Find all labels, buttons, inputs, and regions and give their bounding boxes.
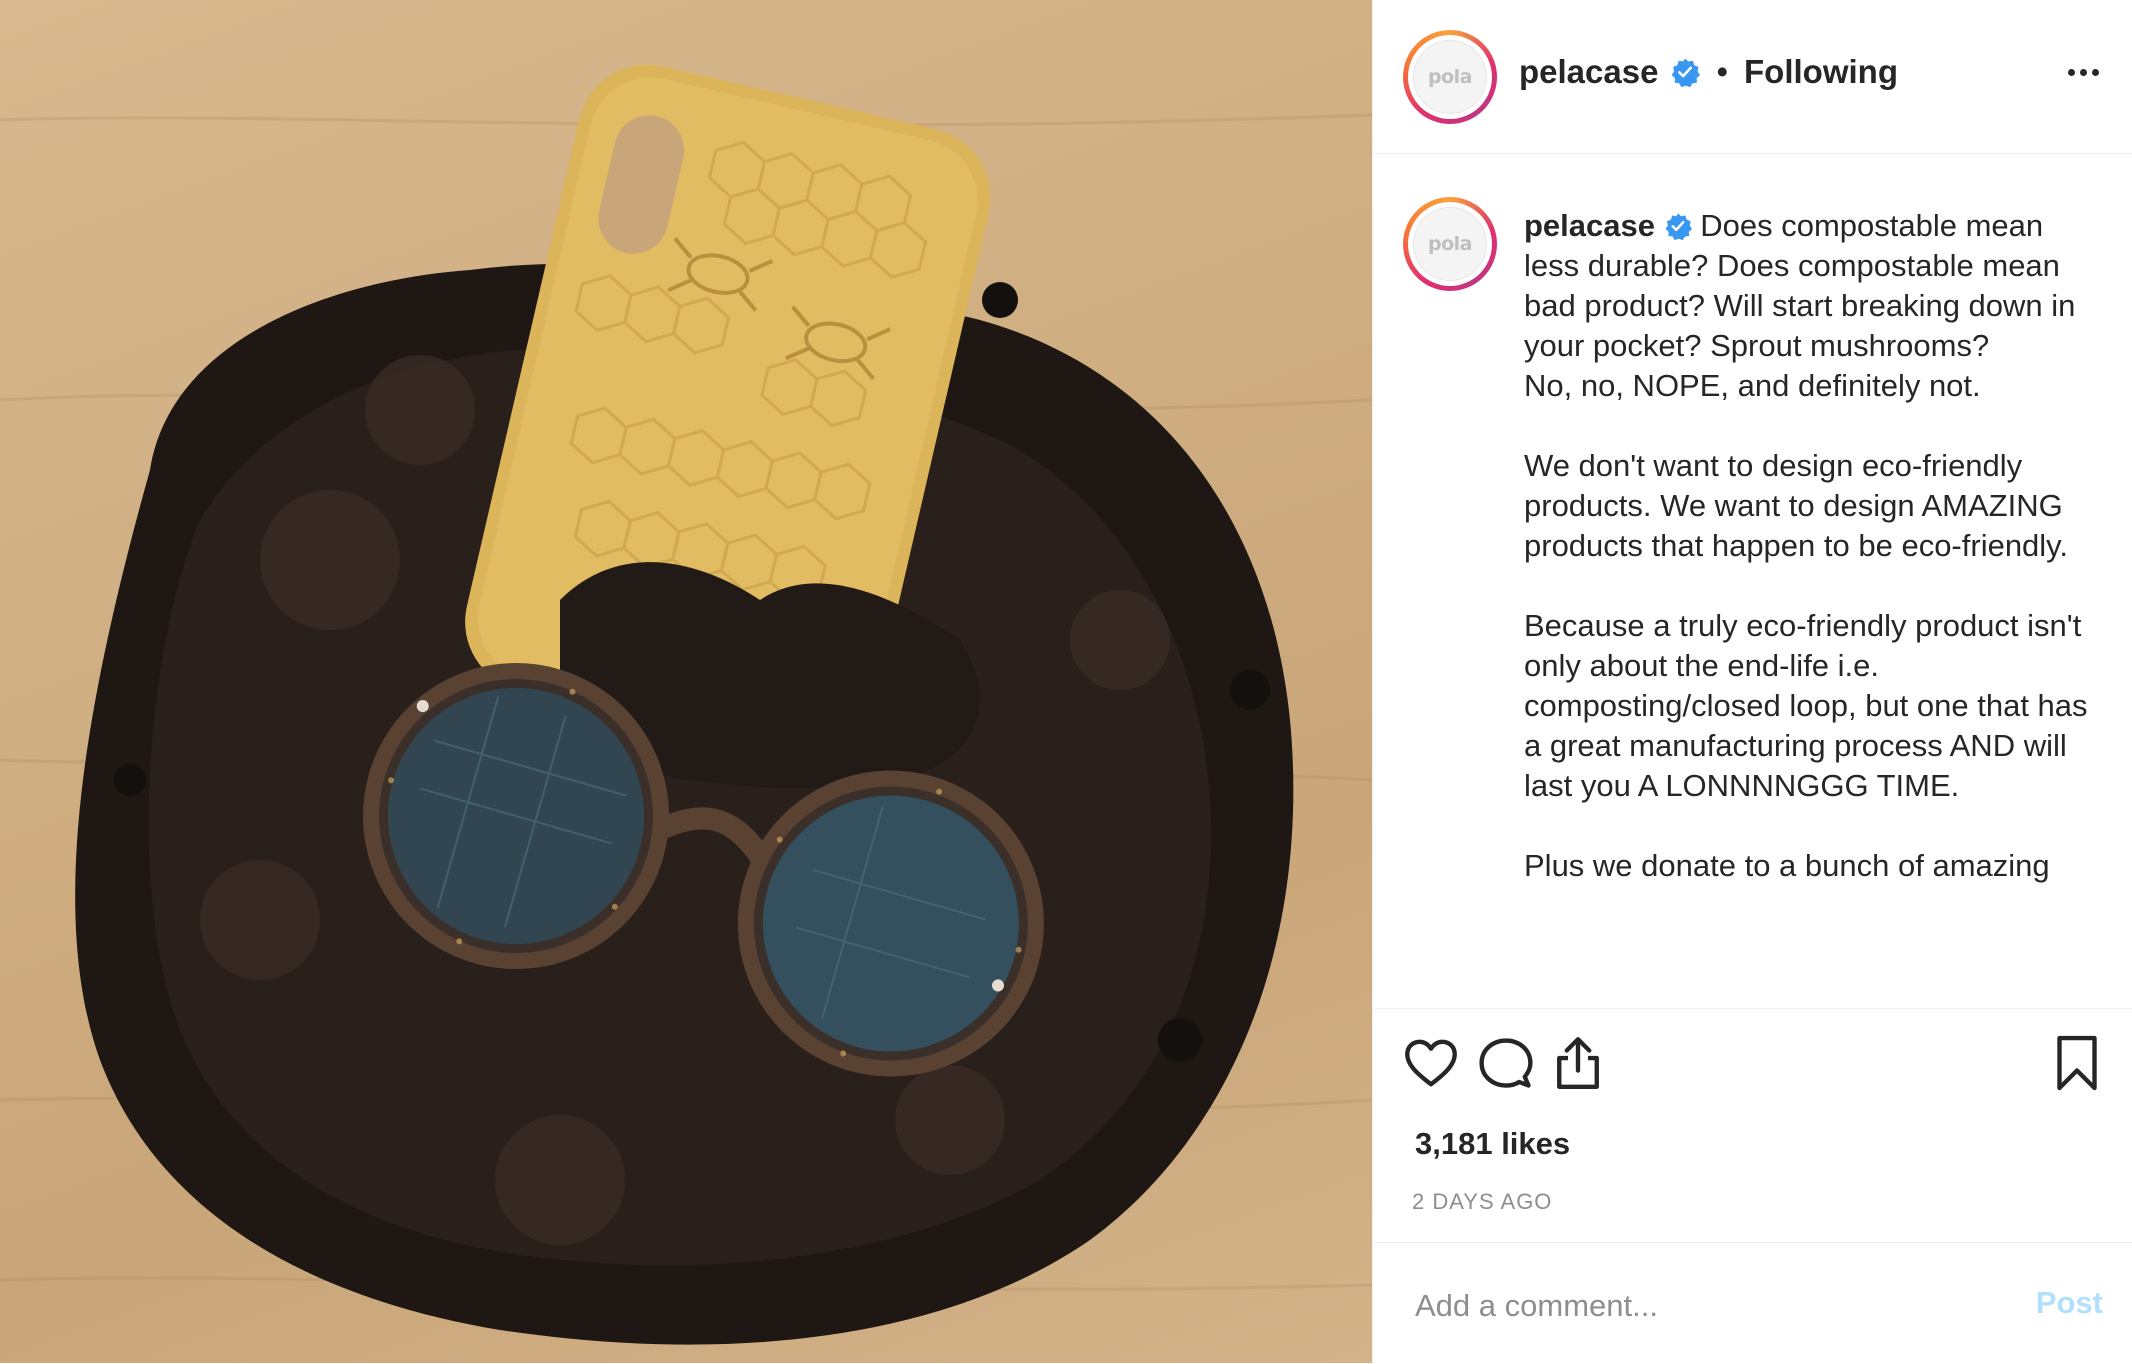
post-comment-button[interactable]: Post: [2036, 1285, 2103, 1321]
caption-body: Does compostable mean less durable? Does…: [1524, 208, 2088, 883]
avatar-logo: pola: [1413, 40, 1487, 114]
comments-area[interactable]: pola pelacase Does compostable mean less…: [1373, 154, 2132, 1008]
comment-bubble-icon[interactable]: [1476, 1033, 1536, 1093]
verified-badge-icon: [1672, 58, 1701, 87]
caption-verified-badge-icon: [1665, 213, 1692, 241]
share-icon[interactable]: [1548, 1033, 1608, 1093]
separator-dot: •: [1716, 53, 1729, 90]
caption: pelacase Does compostable mean less dura…: [1524, 206, 2104, 886]
caption-avatar-logo: pola: [1413, 207, 1487, 281]
more-options-icon[interactable]: [2061, 52, 2105, 92]
heart-icon[interactable]: [1401, 1033, 1461, 1093]
bookmark-icon[interactable]: [2047, 1033, 2107, 1093]
post-header: pola pelacase • Following: [1373, 0, 2132, 154]
caption-username-link[interactable]: pelacase: [1524, 208, 1655, 243]
likes-count[interactable]: 3,181 likes: [1415, 1126, 1570, 1162]
comment-input[interactable]: [1413, 1283, 1977, 1329]
header-user-row: pelacase • Following: [1519, 50, 1898, 94]
post-side-panel: pola pelacase • Following pola pelacase …: [1372, 0, 2132, 1363]
post-photo[interactable]: [0, 0, 1372, 1363]
post-image-illustration: [0, 64, 1372, 1345]
avatar[interactable]: pola: [1403, 30, 1497, 124]
following-button[interactable]: Following: [1744, 53, 1898, 91]
post-actions: 3,181 likes 2 DAYS AGO Post: [1373, 1008, 2132, 1363]
caption-avatar[interactable]: pola: [1403, 197, 1497, 291]
username-link[interactable]: pelacase: [1519, 53, 1658, 91]
post-timestamp[interactable]: 2 DAYS AGO: [1412, 1189, 1552, 1215]
instagram-post: pola pelacase • Following pola pelacase …: [0, 0, 2132, 1363]
comment-form: Post: [1373, 1242, 2132, 1364]
